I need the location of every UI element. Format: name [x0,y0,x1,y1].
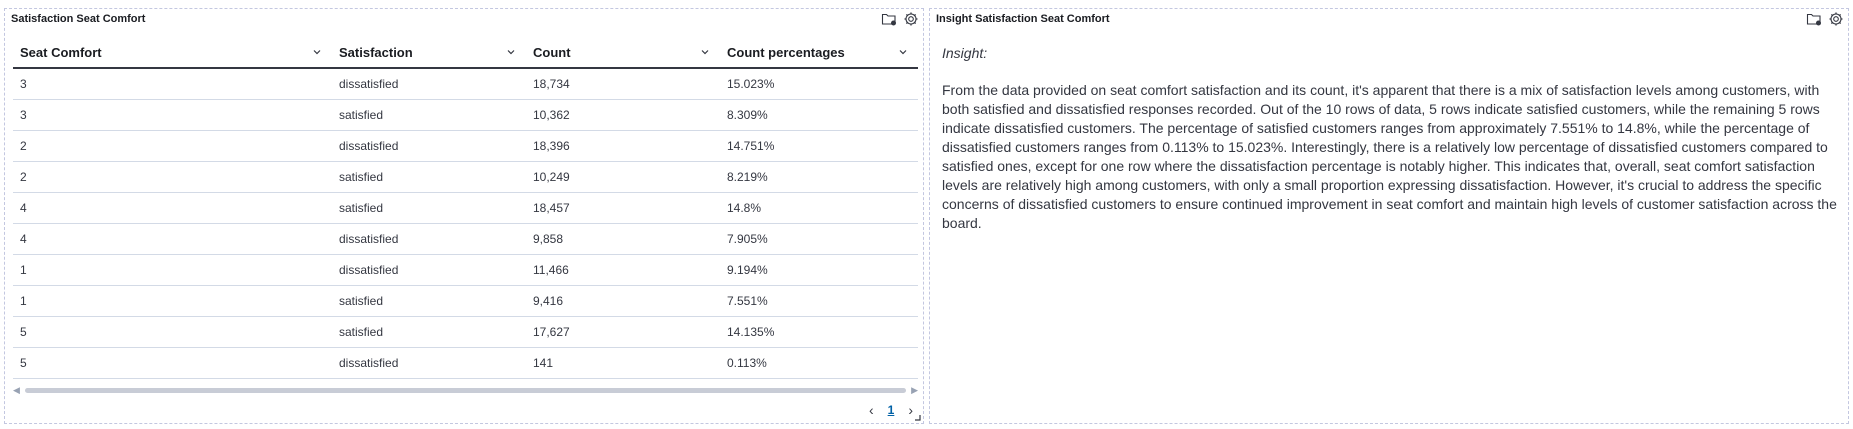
cell-seat-comfort: 2 [13,130,332,162]
horizontal-scrollbar[interactable]: ◀ ▶ [13,385,918,395]
cell-count: 17,627 [526,316,720,348]
cell-seat-comfort: 4 [13,223,332,255]
insight-heading: Insight: [942,45,988,61]
cell-seat-comfort: 2 [13,161,332,193]
cell-seat-comfort: 1 [13,285,332,317]
data-table: Seat Comfort Satisfaction Count Count pe… [13,37,918,379]
chevron-down-icon[interactable] [700,47,710,57]
scrollbar-thumb[interactable] [25,388,906,393]
insight-body: Insight: From the data provided on seat … [942,45,1837,233]
table-row: 2 dissatisfied 18,396 14.751% [13,130,918,162]
column-header-satisfaction[interactable]: Satisfaction [332,37,526,69]
cell-count: 141 [526,347,720,379]
panel-title: Insight Satisfaction Seat Comfort [936,13,1110,25]
cell-satisfaction: dissatisfied [332,68,526,100]
column-header-label: Count percentages [727,44,845,60]
panel-title: Satisfaction Seat Comfort [11,13,146,25]
table-panel: Satisfaction Seat Comfort Seat Comfort S… [4,8,924,424]
cell-seat-comfort: 5 [13,316,332,348]
cell-count-percentage: 7.905% [720,223,918,255]
chevron-down-icon[interactable] [312,47,322,57]
cell-seat-comfort: 3 [13,99,332,131]
cell-count-percentage: 8.309% [720,99,918,131]
cell-satisfaction: dissatisfied [332,347,526,379]
cell-count-percentage: 15.023% [720,68,918,100]
table-row: 4 satisfied 18,457 14.8% [13,192,918,224]
gear-icon[interactable] [1828,11,1844,27]
cell-seat-comfort: 4 [13,192,332,224]
cell-count-percentage: 14.135% [720,316,918,348]
page-number-link[interactable]: 1 [888,403,895,417]
cell-count: 10,249 [526,161,720,193]
column-header-count[interactable]: Count [526,37,720,69]
cell-satisfaction: satisfied [332,161,526,193]
column-header-label: Seat Comfort [20,44,102,60]
column-header-label: Satisfaction [339,44,413,60]
cell-seat-comfort: 3 [13,68,332,100]
table-row: 5 satisfied 17,627 14.135% [13,316,918,348]
table-row: 3 satisfied 10,362 8.309% [13,99,918,131]
cell-satisfaction: dissatisfied [332,254,526,286]
cell-count: 11,466 [526,254,720,286]
cell-count: 10,362 [526,99,720,131]
table-row: 1 dissatisfied 11,466 9.194% [13,254,918,286]
chevron-down-icon[interactable] [506,47,516,57]
cell-count-percentage: 14.751% [720,130,918,162]
table-row: 3 dissatisfied 18,734 15.023% [13,68,918,100]
cell-count: 18,457 [526,192,720,224]
cell-count: 9,858 [526,223,720,255]
cell-satisfaction: dissatisfied [332,223,526,255]
cell-count-percentage: 0.113% [720,347,918,379]
insight-text: From the data provided on seat comfort s… [942,82,1837,231]
cell-count: 18,396 [526,130,720,162]
cell-satisfaction: satisfied [332,285,526,317]
gear-icon[interactable] [903,11,919,27]
table-header-row: Seat Comfort Satisfaction Count Count pe… [13,37,918,69]
column-header-seat-comfort[interactable]: Seat Comfort [13,37,332,69]
chevron-down-icon[interactable] [898,47,908,57]
scroll-left-icon[interactable]: ◀ [13,385,20,395]
table-row: 2 satisfied 10,249 8.219% [13,161,918,193]
table-row: 4 dissatisfied 9,858 7.905% [13,223,918,255]
cell-satisfaction: satisfied [332,316,526,348]
cell-satisfaction: dissatisfied [332,130,526,162]
table-row: 5 dissatisfied 141 0.113% [13,347,918,379]
cell-count-percentage: 7.551% [720,285,918,317]
panel-actions [881,11,919,27]
pagination: ‹ 1 › [869,403,913,417]
data-table-container: Seat Comfort Satisfaction Count Count pe… [13,37,918,379]
cell-count-percentage: 8.219% [720,161,918,193]
column-header-label: Count [533,44,571,60]
column-header-count-percentages[interactable]: Count percentages [720,37,918,69]
folder-icon[interactable] [1806,11,1822,27]
cell-count: 18,734 [526,68,720,100]
cell-seat-comfort: 1 [13,254,332,286]
cell-seat-comfort: 5 [13,347,332,379]
cell-satisfaction: satisfied [332,99,526,131]
cell-count-percentage: 9.194% [720,254,918,286]
folder-icon[interactable] [881,11,897,27]
cell-count: 9,416 [526,285,720,317]
scroll-right-icon[interactable]: ▶ [911,385,918,395]
cell-count-percentage: 14.8% [720,192,918,224]
cell-satisfaction: satisfied [332,192,526,224]
panel-actions [1806,11,1844,27]
chevron-left-icon[interactable]: ‹ [869,403,874,417]
table-row: 1 satisfied 9,416 7.551% [13,285,918,317]
insight-panel: Insight Satisfaction Seat Comfort Insigh… [929,8,1849,424]
resize-icon[interactable] [913,413,921,421]
